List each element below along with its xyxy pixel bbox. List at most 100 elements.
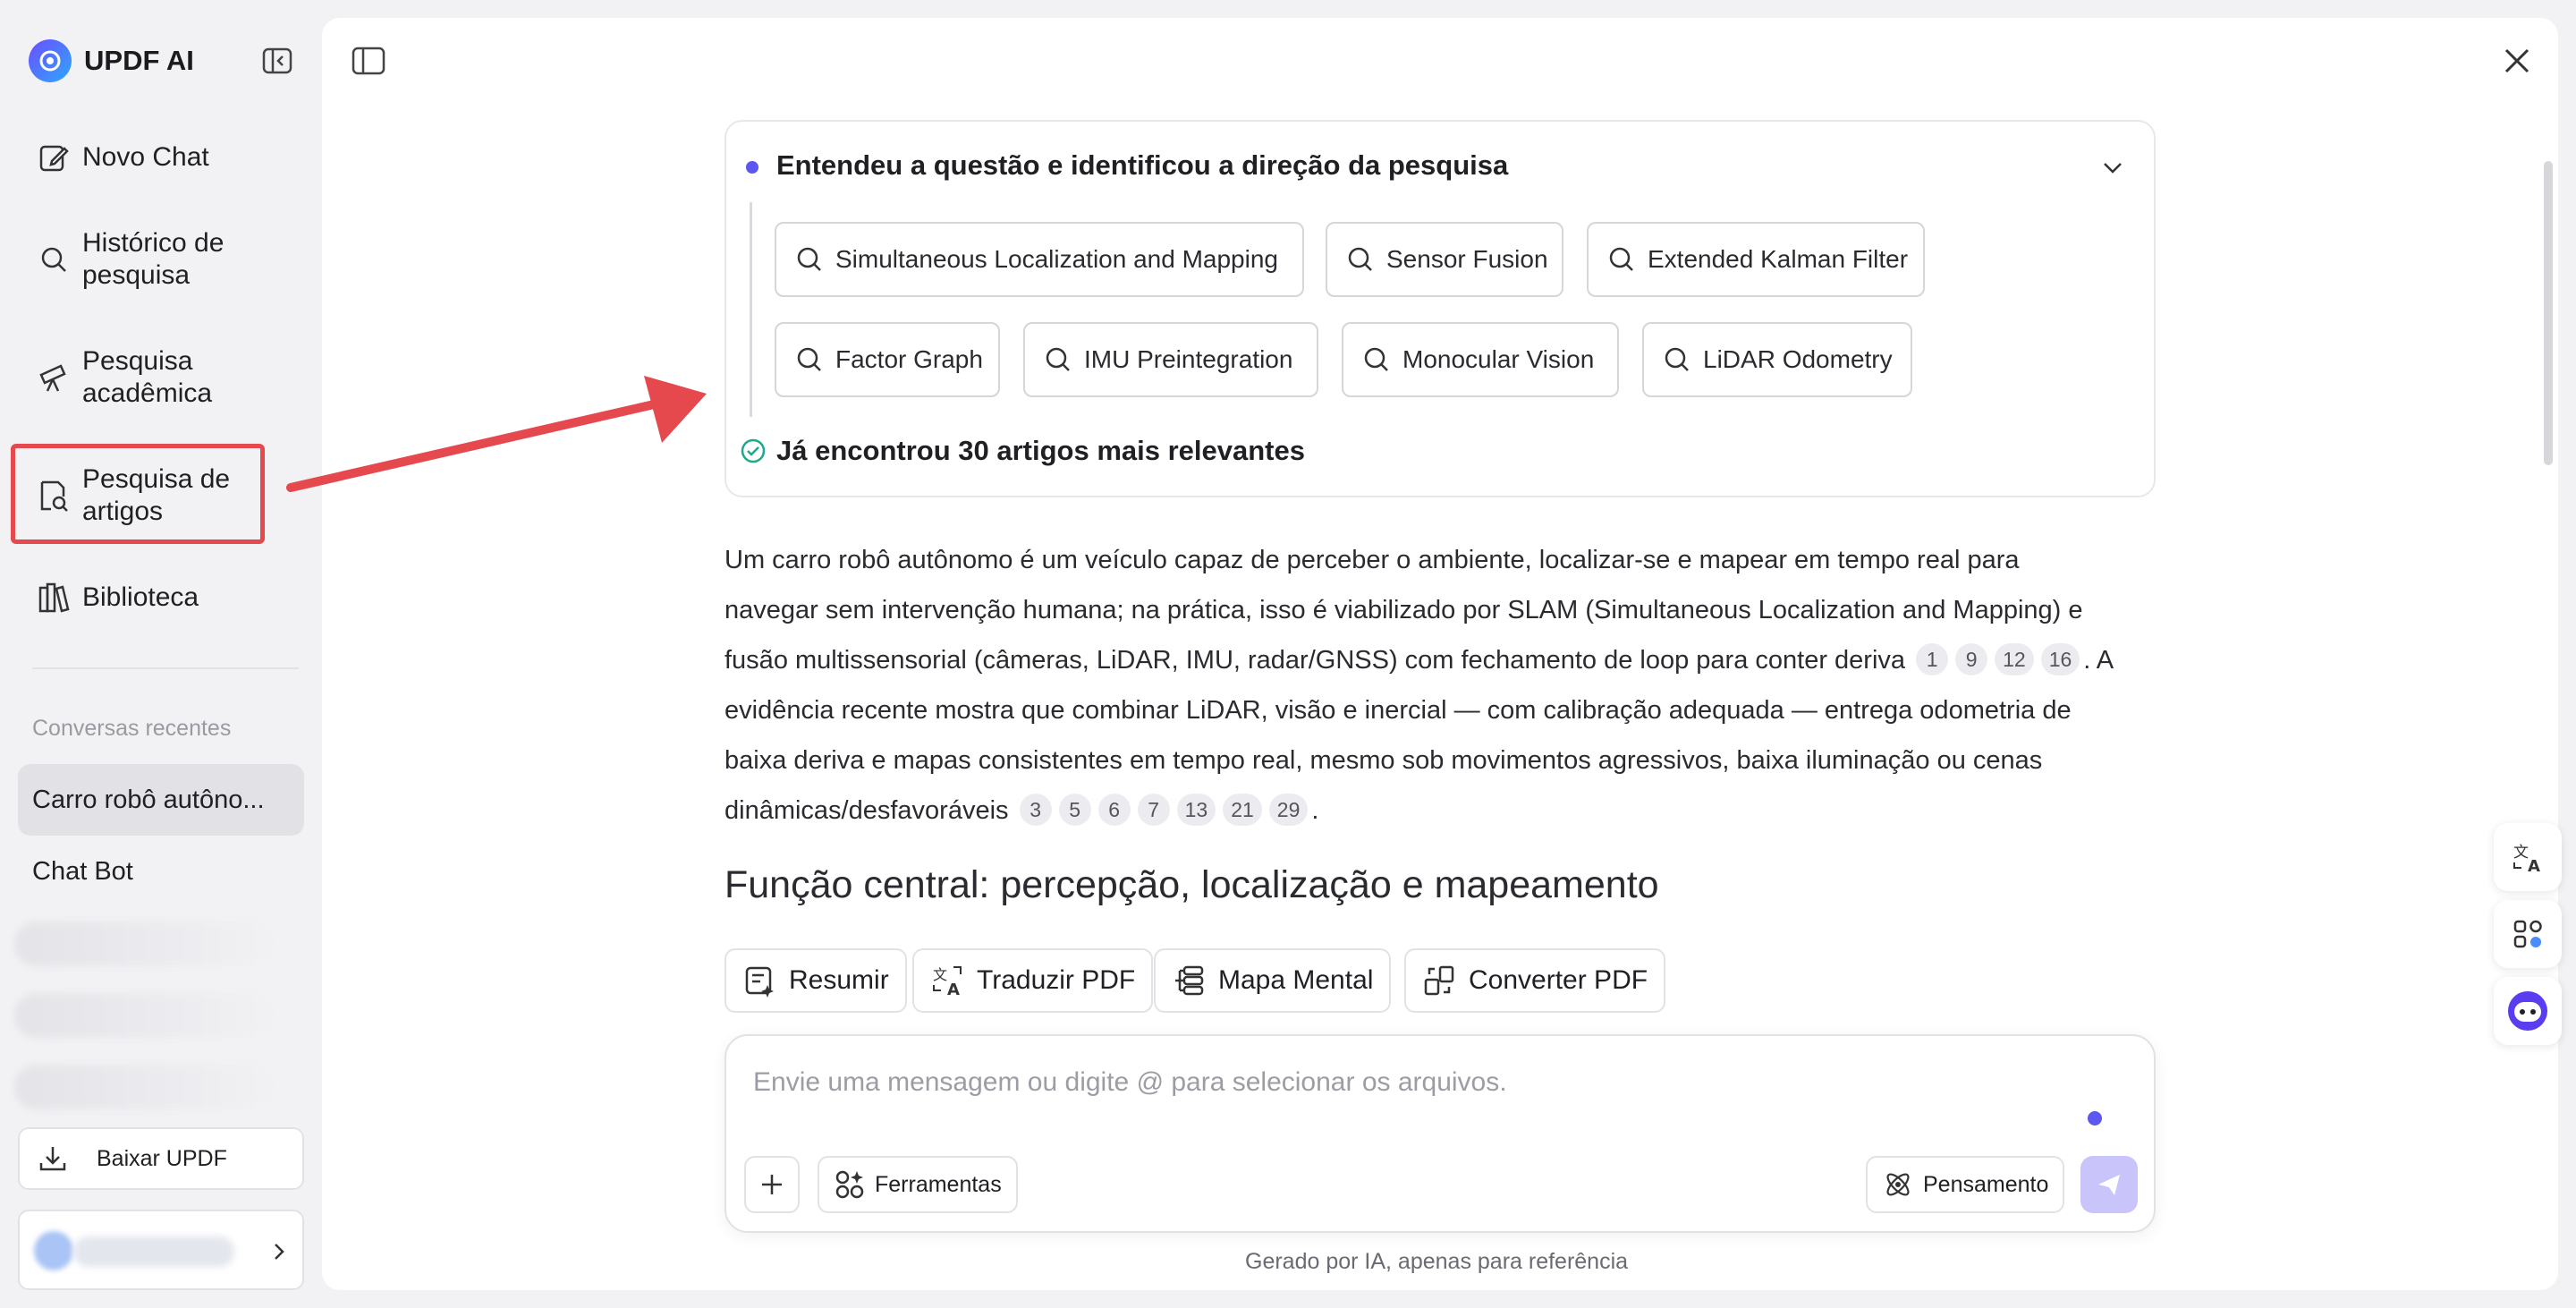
download-button[interactable]: Baixar UPDF	[18, 1127, 304, 1190]
mind-map-icon	[1172, 964, 1206, 998]
check-circle-icon	[739, 437, 767, 465]
citation-badge[interactable]: 13	[1176, 794, 1216, 826]
blurred-recent-item[interactable]	[14, 1065, 283, 1109]
translate-icon: 文A	[2510, 839, 2546, 875]
thinking-label: Pensamento	[1923, 1171, 2049, 1197]
search-chip[interactable]: Simultaneous Localization and Mapping	[775, 222, 1304, 297]
search-chip[interactable]: Sensor Fusion	[1326, 222, 1563, 297]
svg-text:A: A	[2528, 857, 2540, 875]
answer-line: navegar sem intervenção humana; na práti…	[724, 596, 2083, 624]
sidebar-divider	[32, 667, 299, 669]
search-icon	[1662, 344, 1692, 375]
apps-float-button[interactable]	[2494, 900, 2562, 968]
answer-paragraph: Um carro robô autônomo é um veículo capa…	[724, 535, 2156, 836]
search-icon	[1606, 244, 1637, 275]
answer-text: dinâmicas/desfavoráveis	[724, 796, 1009, 825]
status-dot	[2088, 1111, 2102, 1125]
plus-icon	[758, 1171, 785, 1198]
citation-badge[interactable]: 29	[1268, 794, 1309, 826]
chip-label: Monocular Vision	[1402, 345, 1595, 373]
search-icon	[1043, 344, 1073, 375]
download-label: Baixar UPDF	[97, 1145, 227, 1171]
recent-item[interactable]: Chat Bot	[32, 857, 133, 887]
translate-float-button[interactable]: 文A	[2494, 823, 2562, 891]
citation-badge[interactable]: 3	[1019, 794, 1052, 826]
sidebar-item-library[interactable]: Biblioteca	[18, 580, 268, 616]
citation-badge[interactable]: 9	[1955, 643, 1988, 675]
summarize-icon	[742, 964, 776, 998]
tool-label: Resumir	[789, 965, 889, 995]
search-icon	[794, 244, 825, 275]
chip-label: Factor Graph	[835, 345, 983, 373]
send-button[interactable]	[2080, 1156, 2138, 1213]
close-icon[interactable]	[2501, 45, 2533, 77]
section-heading: Função central: percepção, localização e…	[724, 863, 1659, 906]
send-icon	[2095, 1170, 2123, 1199]
chip-label: LiDAR Odometry	[1703, 345, 1893, 373]
sidebar-item-label: Histórico de pesquisa	[82, 228, 225, 290]
convert-icon	[1422, 964, 1456, 998]
chip-label: Extended Kalman Filter	[1648, 245, 1909, 273]
search-chip[interactable]: IMU Preintegration	[1023, 322, 1318, 397]
user-account-button[interactable]	[18, 1210, 304, 1290]
library-icon	[36, 580, 72, 616]
citation-badge[interactable]: 1	[1916, 643, 1949, 675]
sidebar-item-label: Pesquisa acadêmica	[82, 346, 213, 408]
convert-pdf-button[interactable]: Converter PDF	[1404, 948, 1666, 1013]
chip-label: IMU Preintegration	[1084, 345, 1293, 373]
answer-text: fusão multissensorial (câmeras, LiDAR, I…	[724, 646, 1906, 675]
search-icon	[1345, 244, 1376, 275]
thinking-toggle[interactable]: Pensamento	[1866, 1156, 2065, 1213]
chevron-down-icon[interactable]	[2098, 157, 2127, 179]
add-attachment-button[interactable]	[744, 1156, 800, 1213]
answer-line: dinâmicas/desfavoráveis 3 5 6 7 13 21 29.	[724, 786, 2156, 836]
svg-text:文: 文	[2513, 844, 2529, 862]
sidebar-item-academic[interactable]: Pesquisa acadêmica	[18, 344, 268, 412]
collapse-sidebar-icon[interactable]	[261, 45, 293, 77]
search-chip[interactable]: Monocular Vision	[1342, 322, 1619, 397]
translate-icon: 文A	[930, 964, 964, 998]
scrollbar-thumb[interactable]	[2544, 161, 2553, 465]
mind-map-button[interactable]: Mapa Mental	[1154, 948, 1392, 1013]
telescope-icon	[36, 360, 72, 395]
message-input[interactable]	[753, 1063, 2077, 1102]
citation-badge[interactable]: 7	[1137, 794, 1170, 826]
summarize-button[interactable]: Resumir	[724, 948, 907, 1013]
translate-pdf-button[interactable]: 文A Traduzir PDF	[912, 948, 1154, 1013]
chip-label: Simultaneous Localization and Mapping	[835, 245, 1278, 273]
status-dot	[746, 161, 758, 174]
download-icon	[38, 1143, 68, 1174]
research-title: Entendeu a questão e identificou a direç…	[776, 149, 1509, 181]
search-icon	[1361, 344, 1392, 375]
tools-label: Ferramentas	[875, 1171, 1002, 1197]
panel-toggle-icon[interactable]	[351, 45, 386, 77]
search-chip[interactable]: Extended Kalman Filter	[1587, 222, 1925, 297]
recent-item[interactable]: Carro robô autôno...	[32, 786, 265, 815]
citation-badge[interactable]: 6	[1097, 794, 1131, 826]
blurred-recent-item[interactable]	[14, 993, 283, 1038]
sidebar-item-new-chat[interactable]: Novo Chat	[18, 140, 268, 175]
highlight-box	[11, 444, 265, 544]
blurred-recent-item[interactable]	[14, 922, 283, 966]
sidebar-item-label: Biblioteca	[82, 582, 199, 612]
svg-text:文: 文	[933, 966, 947, 983]
citation-badge[interactable]: 12	[1995, 643, 2034, 675]
search-chip[interactable]: LiDAR Odometry	[1642, 322, 1912, 397]
citation-badge[interactable]: 21	[1223, 794, 1262, 826]
answer-text: .	[1311, 796, 1319, 825]
ai-disclaimer: Gerado por IA, apenas para referência	[1245, 1249, 1629, 1274]
blurred-username	[73, 1236, 234, 1267]
ai-assistant-float-button[interactable]	[2494, 977, 2562, 1045]
citation-badge[interactable]: 16	[2040, 643, 2080, 675]
citation-badge[interactable]: 5	[1058, 794, 1091, 826]
search-chip[interactable]: Factor Graph	[775, 322, 1000, 397]
answer-line: baixa deriva e mapas consistentes em tem…	[724, 746, 2043, 775]
chip-label: Sensor Fusion	[1386, 245, 1548, 273]
avatar	[34, 1231, 73, 1270]
tools-button[interactable]: Ferramentas	[818, 1156, 1018, 1213]
svg-text:A: A	[947, 981, 960, 998]
sidebar-item-history[interactable]: Histórico de pesquisa	[18, 225, 268, 293]
answer-line: Um carro robô autônomo é um veículo capa…	[724, 546, 2020, 574]
found-articles-text: Já encontrou 30 artigos mais relevantes	[776, 435, 1305, 466]
tools-icon	[834, 1168, 866, 1201]
